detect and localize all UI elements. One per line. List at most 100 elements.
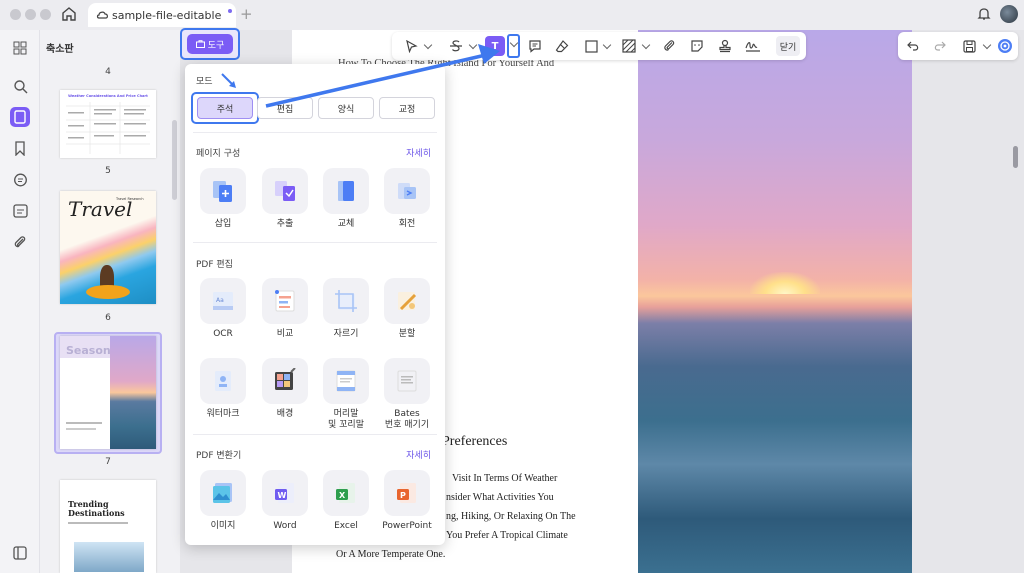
background-tool[interactable]: 배경 — [255, 358, 315, 420]
sidebar-toggle-icon[interactable] — [10, 543, 30, 563]
document-heading: Preferences — [442, 434, 508, 449]
header-footer-tool[interactable]: 머리말 및 꼬리말 — [316, 358, 376, 431]
redo-icon[interactable] — [930, 37, 948, 55]
grid-icon[interactable] — [10, 38, 30, 58]
word-icon: W — [275, 483, 294, 503]
convert-to-word-tool[interactable]: W Word — [255, 470, 315, 532]
document-paragraph-line: Or A More Temperate One. — [336, 549, 446, 560]
paperclip-icon[interactable] — [10, 232, 30, 252]
bell-icon[interactable] — [976, 6, 992, 22]
split-tool[interactable]: 분할 — [377, 278, 437, 340]
stamp-icon[interactable] — [716, 37, 734, 55]
compare-icon — [275, 290, 295, 312]
page-thumbnail-5[interactable]: Travel Travel Research — [60, 191, 156, 304]
avatar[interactable] — [1000, 5, 1018, 23]
image-icon — [213, 483, 232, 503]
home-icon[interactable] — [60, 5, 78, 23]
bates-numbering-icon — [397, 370, 417, 392]
compare-tool[interactable]: 비교 — [255, 278, 315, 340]
insert-page-tool[interactable]: 삽입 — [193, 168, 253, 230]
chevron-down-icon[interactable] — [468, 40, 478, 50]
right-toolbar — [898, 32, 1018, 60]
document-tab[interactable]: sample-file-editable — [88, 3, 236, 27]
converter-more-link[interactable]: 자세히 — [406, 448, 431, 461]
bookmark-icon[interactable] — [10, 138, 30, 158]
replace-page-tool[interactable]: 교체 — [316, 168, 376, 230]
text-box-tool[interactable]: T — [485, 36, 505, 56]
converter-section-title: PDF 변환기 — [196, 451, 242, 461]
page-thumbnail-6[interactable]: Seasons — [60, 336, 156, 449]
chevron-down-icon[interactable] — [641, 40, 651, 50]
page-number: 5 — [105, 166, 111, 176]
page-number: 7 — [105, 457, 111, 467]
ai-assistant-icon[interactable] — [996, 37, 1014, 55]
document-paragraph-line: You Prefer A Tropical Climate — [446, 530, 568, 541]
page-thumbnail-7[interactable]: Trending Destinations — [60, 480, 156, 573]
signature-icon[interactable] — [744, 37, 762, 55]
close-toolbar-button[interactable]: 닫기 — [776, 36, 800, 56]
convert-to-image-tool[interactable]: 이미지 — [193, 470, 253, 532]
thumbnail-panel-title: 축소판 — [46, 44, 74, 55]
convert-to-powerpoint-tool[interactable]: P PowerPoint — [377, 470, 437, 532]
unsaved-indicator — [228, 9, 232, 13]
thumbnail-panel: 축소판 4 Weather Considerations And Price C… — [40, 30, 180, 573]
page-thumbnail-4[interactable]: Weather Considerations And Price Chart — [60, 90, 156, 158]
crop-tool[interactable]: 자르기 — [316, 278, 376, 340]
divider — [193, 242, 437, 243]
split-icon — [398, 292, 417, 311]
bates-numbering-tool[interactable]: Bates 번호 매기기 — [377, 358, 437, 431]
mode-button-proofread[interactable]: 교정 — [379, 97, 435, 119]
paperclip-icon[interactable] — [660, 37, 678, 55]
document-paragraph-line: nsider What Activities You — [446, 492, 554, 503]
select-cursor-icon[interactable] — [402, 37, 420, 55]
thumbnail-scrollbar[interactable] — [172, 120, 177, 200]
sticker-icon[interactable] — [688, 37, 706, 55]
divider — [193, 132, 437, 133]
document-paragraph-line: Visit In Terms Of Weather — [452, 473, 558, 484]
undo-icon[interactable] — [904, 37, 922, 55]
pages-icon[interactable] — [10, 107, 30, 127]
background-icon — [275, 368, 296, 390]
svg-text:X: X — [339, 491, 346, 500]
powerpoint-icon: P — [397, 483, 416, 503]
mode-button-edit[interactable]: 편집 — [257, 97, 313, 119]
annotation-toolbar: T 닫기 — [392, 32, 806, 60]
extract-page-icon — [275, 181, 295, 201]
header-footer-icon — [336, 370, 356, 392]
chevron-down-icon[interactable] — [602, 40, 612, 50]
area-highlight-icon[interactable] — [620, 37, 638, 55]
mode-button-annotate[interactable]: 주석 — [197, 97, 253, 119]
page-section-more-link[interactable]: 자세히 — [406, 146, 431, 159]
save-icon[interactable] — [960, 37, 978, 55]
zoom-window-button[interactable] — [40, 9, 51, 20]
ocr-tool[interactable]: Aa OCR — [193, 278, 253, 340]
document-paragraph-line: ng, Hiking, Or Relaxing On The — [446, 511, 576, 522]
note-icon[interactable] — [526, 37, 544, 55]
title-bar: sample-file-editable + — [0, 0, 1024, 30]
rotate-page-tool[interactable]: 회전 — [377, 168, 437, 230]
new-tab-button[interactable]: + — [240, 5, 253, 23]
watermark-icon — [215, 371, 231, 391]
svg-text:Aa: Aa — [216, 297, 224, 304]
cloud-icon — [96, 11, 108, 19]
chevron-down-icon[interactable] — [982, 40, 992, 50]
mode-button-form[interactable]: 양식 — [318, 97, 374, 119]
minimize-window-button[interactable] — [25, 9, 36, 20]
search-icon[interactable] — [10, 76, 30, 96]
document-scrollbar[interactable] — [1013, 146, 1018, 168]
comment-icon[interactable] — [10, 170, 30, 190]
forms-icon[interactable] — [10, 201, 30, 221]
watermark-tool[interactable]: 워터마크 — [193, 358, 253, 420]
convert-to-excel-tool[interactable]: X Excel — [316, 470, 376, 532]
strikethrough-icon[interactable] — [447, 37, 465, 55]
table-preview — [66, 102, 150, 154]
close-window-button[interactable] — [10, 9, 21, 20]
extract-page-tool[interactable]: 추출 — [255, 168, 315, 230]
tool-button[interactable]: 도구 — [187, 34, 233, 54]
page-number: 6 — [105, 313, 111, 323]
eraser-icon[interactable] — [553, 37, 571, 55]
rectangle-shape-icon[interactable] — [582, 37, 600, 55]
pdf-edit-section-title: PDF 편집 — [196, 260, 233, 270]
chevron-down-icon[interactable] — [423, 40, 433, 50]
ocr-icon: Aa — [213, 292, 233, 310]
